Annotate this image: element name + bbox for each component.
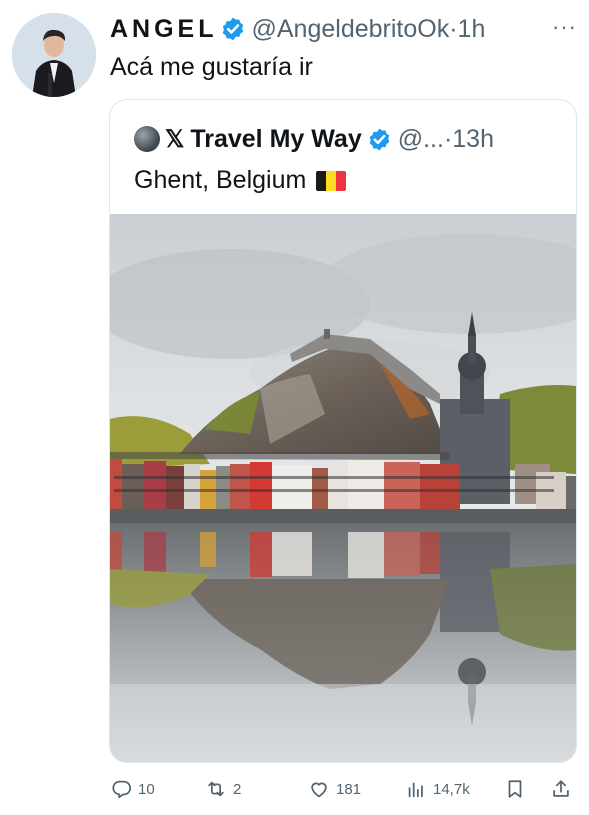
reply-button[interactable]: 10 — [110, 778, 155, 800]
author-avatar[interactable] — [12, 13, 96, 97]
bookmark-icon — [508, 780, 522, 798]
quoted-timestamp[interactable]: 13h — [452, 125, 494, 154]
verified-badge-icon — [222, 17, 243, 41]
quoted-tweet-header: 𝕏 Travel My Way @... · 13h — [134, 122, 494, 156]
author-handle[interactable]: @AngeldebritoOk — [252, 15, 450, 44]
quoted-author-name[interactable]: Travel My Way — [190, 125, 361, 154]
tweet-timestamp[interactable]: 1h — [458, 15, 486, 44]
bookmark-button[interactable] — [504, 778, 532, 800]
views-chart-icon — [408, 782, 423, 798]
like-count: 181 — [336, 780, 362, 798]
verified-badge-icon — [369, 128, 390, 150]
quoted-tweet-photo[interactable] — [110, 214, 576, 762]
belgium-flag-icon — [316, 170, 347, 191]
x-logo-icon: 𝕏 — [165, 125, 185, 153]
heart-icon — [311, 782, 327, 798]
share-icon — [553, 780, 569, 797]
person-avatar-icon — [12, 13, 96, 97]
more-options-icon[interactable]: ··· — [552, 14, 577, 40]
repost-button[interactable]: 2 — [205, 778, 241, 800]
quoted-tweet-text-row: Ghent, Belgium — [134, 166, 347, 195]
reply-count: 10 — [138, 780, 155, 798]
views-button[interactable]: 14,7k — [405, 778, 470, 800]
display-name[interactable]: ANGEL — [110, 15, 218, 44]
quoted-author-handle[interactable]: @... — [398, 125, 444, 154]
view-count: 14,7k — [433, 780, 470, 798]
time-separator: · — [443, 124, 453, 153]
repost-icon — [208, 781, 224, 797]
repost-count: 2 — [233, 780, 242, 798]
time-separator: · — [449, 14, 458, 43]
quoted-tweet-text: Ghent, Belgium — [134, 166, 307, 194]
tweet-actions-bar: 10 2 181 14,7k — [0, 770, 589, 810]
quoted-author-avatar[interactable] — [134, 126, 160, 152]
like-button[interactable]: 181 — [308, 778, 361, 800]
quoted-tweet-card[interactable]: 𝕏 Travel My Way @... · 13h Ghent, Belgiu… — [109, 99, 577, 763]
reply-icon — [112, 780, 132, 799]
tweet-header: ANGEL @AngeldebritoOk · 1h — [110, 12, 485, 46]
tweet-text: Acá me gustaría ir — [110, 53, 313, 81]
share-button[interactable] — [550, 778, 578, 800]
